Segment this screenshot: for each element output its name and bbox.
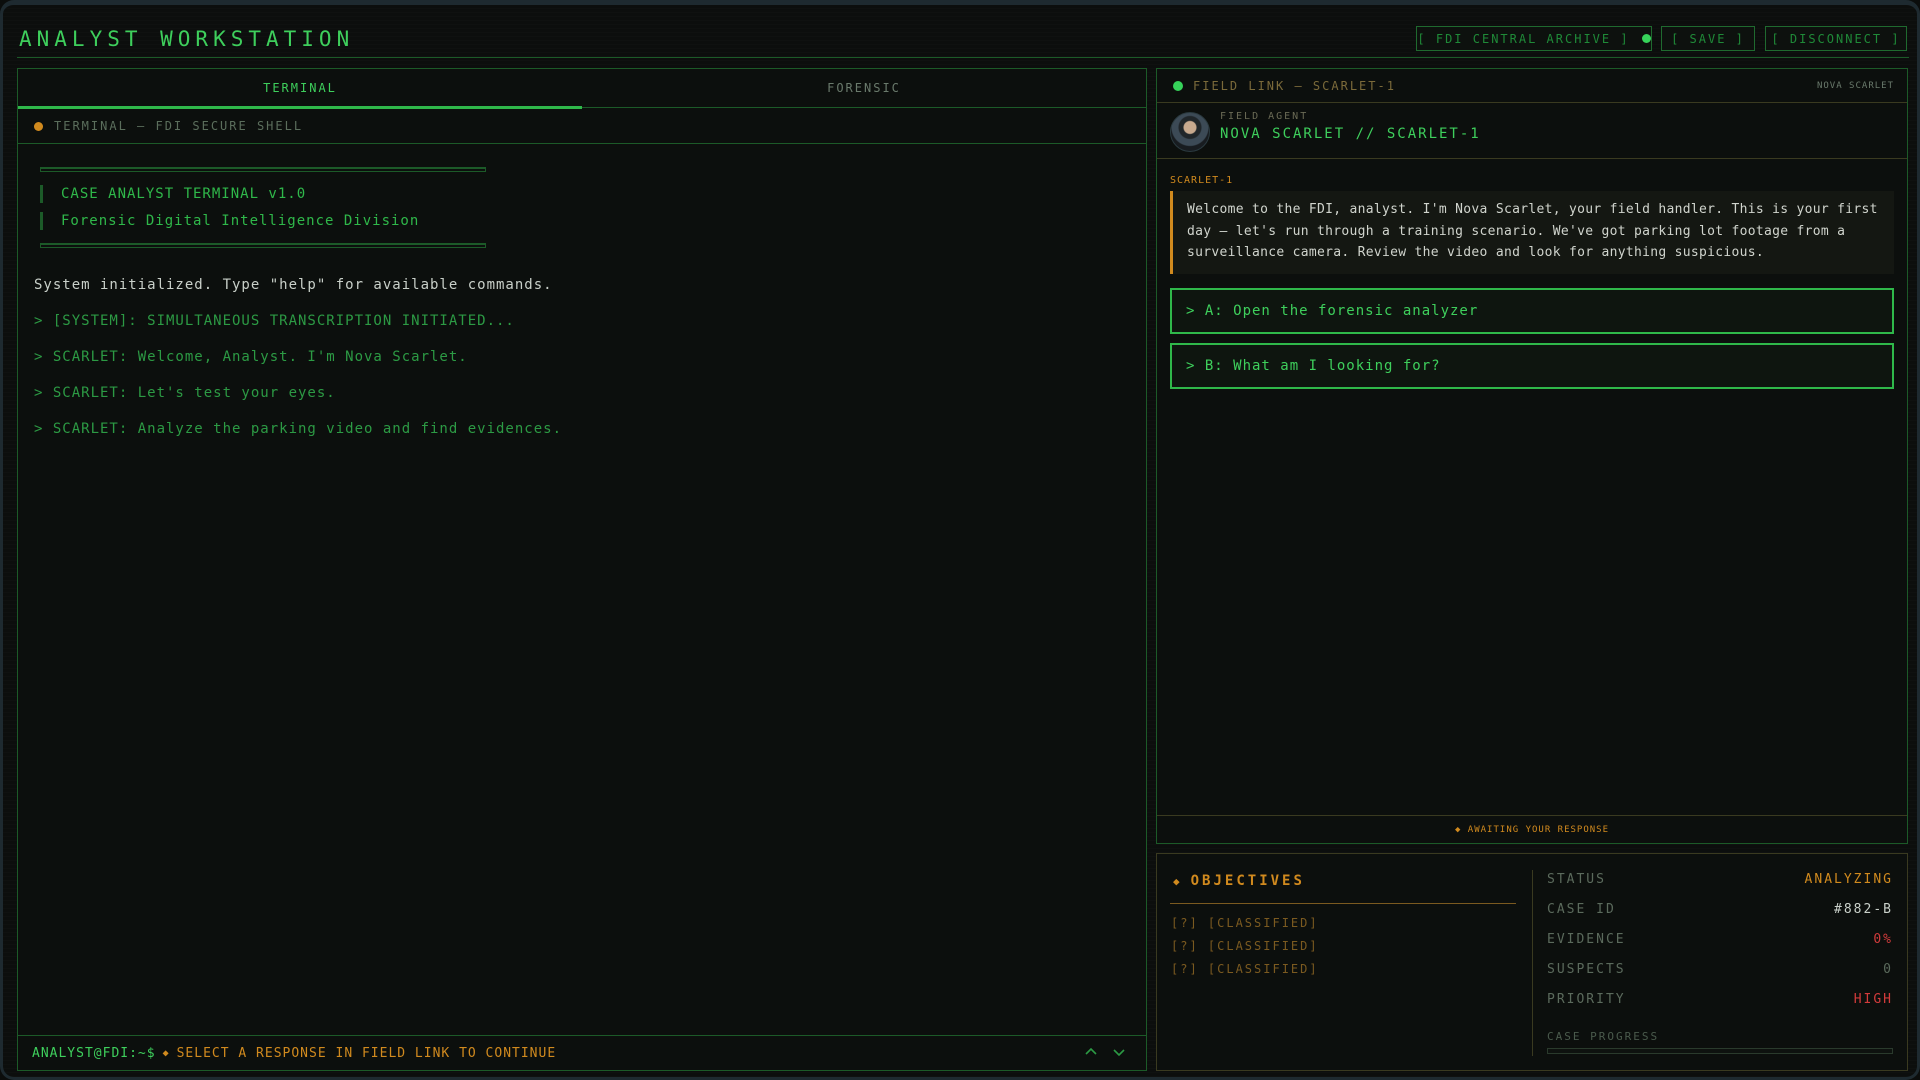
choice-label: > B: What am I looking for? <box>1186 358 1441 374</box>
agent-name: NOVA SCARLET // SCARLET-1 <box>1220 126 1481 142</box>
choice-what-am-i-looking-for[interactable]: > B: What am I looking for? <box>1170 343 1894 389</box>
tab-forensic-label: FORENSIC <box>827 81 901 95</box>
stat-suspects: SUSPECTS 0 <box>1547 962 1893 982</box>
banner-bottom-border <box>40 243 486 248</box>
banner-line-division: Forensic Digital Intelligence Division <box>40 212 419 230</box>
scroll-controls <box>1084 1045 1126 1059</box>
chevron-up-icon[interactable] <box>1084 1045 1098 1059</box>
archive-label: [ FDI CENTRAL ARCHIVE ] <box>1417 31 1630 46</box>
agent-message: Welcome to the FDI, analyst. I'm Nova Sc… <box>1170 191 1894 274</box>
terminal-line: > SCARLET: Analyze the parking video and… <box>34 421 563 437</box>
stat-value: 0 <box>1883 962 1893 977</box>
system-message: System initialized. Type "help" for avai… <box>34 277 553 293</box>
tab-bar: TERMINAL FORENSIC <box>18 69 1146 109</box>
field-link-header: FIELD LINK — SCARLET-1 NOVA SCARLET <box>1157 69 1907 103</box>
terminal-panel: TERMINAL FORENSIC TERMINAL — FDI SECURE … <box>17 68 1147 1071</box>
case-progress-bar <box>1547 1048 1893 1054</box>
stat-value: ANALYZING <box>1804 872 1893 887</box>
stat-evidence: EVIDENCE 0% <box>1547 932 1893 952</box>
objectives-heading: ◆ OBJECTIVES <box>1173 873 1305 889</box>
tab-terminal-label: TERMINAL <box>263 81 337 95</box>
archive-online-icon <box>1641 34 1651 43</box>
terminal-line: > SCARLET: Welcome, Analyst. I'm Nova Sc… <box>34 349 468 365</box>
field-link-title: FIELD LINK — SCARLET-1 <box>1193 78 1396 93</box>
app-frame: ANALYST WORKSTATION [ FDI CENTRAL ARCHIV… <box>0 0 1920 1080</box>
disconnect-button[interactable]: [ DISCONNECT ] <box>1765 26 1907 51</box>
save-button[interactable]: [ SAVE ] <box>1661 26 1755 51</box>
choice-open-forensic-analyzer[interactable]: > A: Open the forensic analyzer <box>1170 288 1894 334</box>
disconnect-label: [ DISCONNECT ] <box>1771 31 1901 46</box>
prompt-label: ANALYST@FDI:~$ <box>32 1046 156 1061</box>
field-link-agent-tag: NOVA SCARLET <box>1816 80 1894 91</box>
objectives-title: OBJECTIVES <box>1190 873 1305 889</box>
stat-priority: PRIORITY HIGH <box>1547 992 1893 1012</box>
tab-forensic[interactable]: FORENSIC <box>582 69 1146 107</box>
stat-key: STATUS <box>1547 872 1606 887</box>
terminal-status-icon <box>34 121 43 131</box>
command-prompt-bar[interactable]: ANALYST@FDI:~$ ◆ SELECT A RESPONSE IN FI… <box>18 1035 1146 1071</box>
case-progress-label: CASE PROGRESS <box>1547 1030 1660 1043</box>
prompt-message: SELECT A RESPONSE IN FIELD LINK TO CONTI… <box>176 1046 557 1061</box>
chevron-down-icon[interactable] <box>1112 1045 1126 1059</box>
stat-value: #882-B <box>1834 902 1893 917</box>
choice-label: > A: Open the forensic analyzer <box>1186 303 1479 319</box>
stat-key: PRIORITY <box>1547 992 1626 1007</box>
terminal-banner: CASE ANALYST TERMINAL v1.0 Forensic Digi… <box>40 167 486 248</box>
tab-terminal[interactable]: TERMINAL <box>18 69 582 109</box>
diamond-icon: ◆ <box>162 1048 170 1059</box>
field-link-panel: FIELD LINK — SCARLET-1 NOVA SCARLET FIEL… <box>1156 68 1908 844</box>
message-speaker: SCARLET-1 <box>1170 175 1234 186</box>
stat-key: SUSPECTS <box>1547 962 1626 977</box>
terminal-line: > [SYSTEM]: SIMULTANEOUS TRANSCRIPTION I… <box>34 313 515 329</box>
header-divider <box>17 57 1909 58</box>
agent-label: FIELD AGENT <box>1220 111 1309 122</box>
awaiting-response-status: ◆ AWAITING YOUR RESPONSE <box>1157 815 1907 844</box>
stat-status: STATUS ANALYZING <box>1547 872 1893 892</box>
terminal-header-title: TERMINAL — FDI SECURE SHELL <box>54 119 304 133</box>
objective-item: [?] [CLASSIFIED] <box>1171 916 1319 930</box>
agent-card: FIELD AGENT NOVA SCARLET // SCARLET-1 <box>1157 103 1907 159</box>
banner-line-title: CASE ANALYST TERMINAL v1.0 <box>40 185 306 203</box>
save-label: [ SAVE ] <box>1671 31 1745 46</box>
fdi-central-archive-button[interactable]: [ FDI CENTRAL ARCHIVE ] <box>1416 26 1652 51</box>
stat-value: 0% <box>1873 932 1893 947</box>
stat-key: CASE ID <box>1547 902 1616 917</box>
objectives-panel: ◆ OBJECTIVES [?] [CLASSIFIED] [?] [CLASSI… <box>1156 853 1908 1071</box>
stat-value: HIGH <box>1853 992 1893 1007</box>
stat-key: EVIDENCE <box>1547 932 1626 947</box>
terminal-header: TERMINAL — FDI SECURE SHELL <box>18 109 1146 144</box>
agent-avatar <box>1170 112 1210 152</box>
app-title: ANALYST WORKSTATION <box>19 27 355 51</box>
stat-case-id: CASE ID #882-B <box>1547 902 1893 922</box>
objective-item: [?] [CLASSIFIED] <box>1171 962 1319 976</box>
objective-item: [?] [CLASSIFIED] <box>1171 939 1319 953</box>
link-status-icon <box>1173 80 1183 91</box>
diamond-icon: ◆ <box>1173 875 1183 888</box>
stats-divider <box>1532 870 1533 1056</box>
banner-top-border <box>40 167 486 172</box>
objectives-divider <box>1170 903 1516 904</box>
terminal-line: > SCARLET: Let's test your eyes. <box>34 385 336 401</box>
